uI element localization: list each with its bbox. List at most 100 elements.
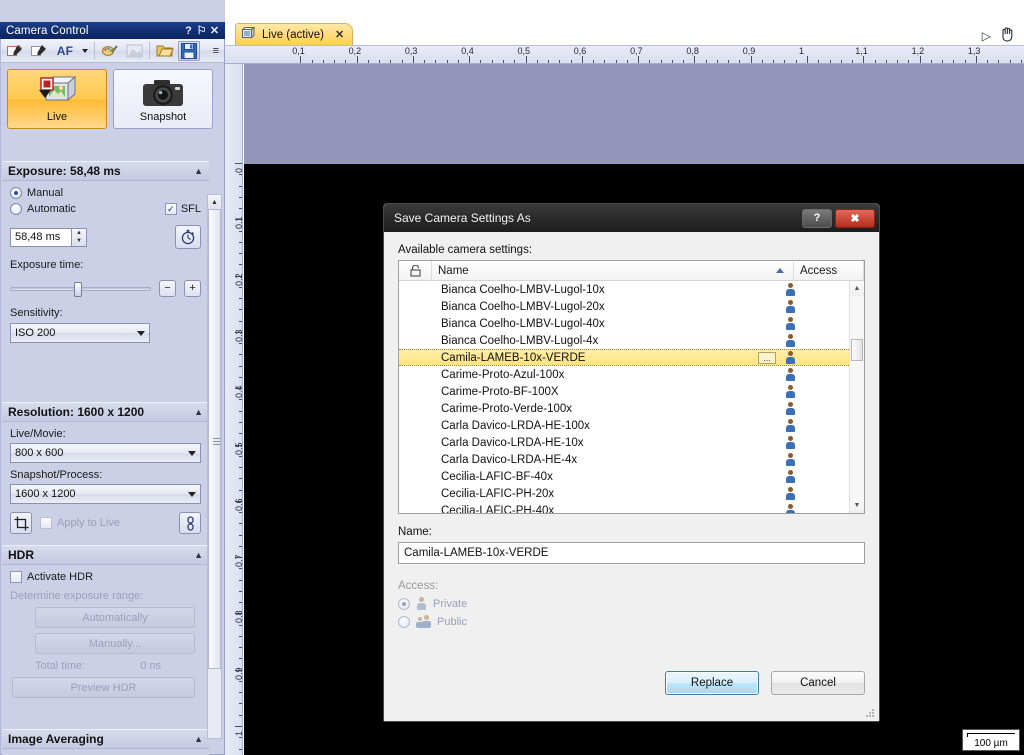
crop-button[interactable] xyxy=(10,512,32,534)
ruler-minor-tick xyxy=(334,60,336,63)
table-row[interactable]: Cecilia-LAFIC-PH-20x xyxy=(399,485,849,502)
table-row[interactable]: Carla Davico-LRDA-HE-4x xyxy=(399,451,849,468)
cancel-button[interactable]: Cancel xyxy=(771,671,865,695)
table-row[interactable]: Bianca Coelho-LMBV-Lugol-40x xyxy=(399,315,849,332)
resolution-group-header[interactable]: Resolution: 1600 x 1200 ▲ xyxy=(2,402,209,422)
exposure-value-input[interactable]: 58,48 ms xyxy=(10,227,72,247)
row-access xyxy=(779,283,849,296)
row-edit-ellipsis-button[interactable]: ... xyxy=(758,351,776,364)
autofocus-dropdown-icon[interactable] xyxy=(80,41,90,61)
chevron-up-icon[interactable]: ▲ xyxy=(194,550,203,560)
hdr-automatically-button[interactable]: Automatically xyxy=(35,607,195,628)
hdr-group-header[interactable]: HDR ▲ xyxy=(2,545,209,565)
live-movie-label: Live/Movie: xyxy=(10,428,66,440)
ruler-label: 0,5 xyxy=(517,46,531,56)
ruler-minor-tick xyxy=(987,60,989,63)
table-row[interactable]: Cecilia-LAFIC-BF-40x xyxy=(399,468,849,485)
dialog-footer: Replace Cancel xyxy=(665,671,865,695)
ruler-minor-tick xyxy=(818,60,820,63)
open-folder-icon[interactable] xyxy=(154,41,176,61)
close-icon[interactable]: ✕ xyxy=(208,24,221,37)
access-private-radio[interactable]: Private xyxy=(398,597,865,610)
ruler-minor-tick xyxy=(379,60,381,63)
white-balance-picker-icon[interactable] xyxy=(4,41,26,61)
close-icon[interactable]: ✕ xyxy=(335,28,344,41)
listbox-scrollbar[interactable]: ▲ ▼ xyxy=(849,281,864,513)
table-row[interactable]: Bianca Coelho-LMBV-Lugol-10x xyxy=(399,281,849,298)
table-row[interactable]: Cecilia-LAFIC-PH-40x xyxy=(399,502,849,513)
pin-icon[interactable]: ⚐ xyxy=(195,24,208,37)
chevron-up-icon[interactable]: ▲ xyxy=(194,166,203,176)
column-header-lock[interactable] xyxy=(399,260,432,281)
autofocus-button[interactable]: AF xyxy=(52,41,78,61)
chevron-up-icon[interactable]: ▲ xyxy=(194,734,203,744)
dialog-close-button[interactable]: ✖ xyxy=(835,208,875,228)
table-row[interactable]: Carime-Proto-BF-100X xyxy=(399,383,849,400)
scroll-up-icon[interactable]: ▲ xyxy=(850,281,864,296)
chevron-up-icon[interactable]: ▲ xyxy=(194,407,203,417)
scroll-up-icon[interactable]: ▲ xyxy=(208,195,221,209)
color-settings-icon[interactable] xyxy=(99,41,121,61)
settings-listbox[interactable]: Name Access Bianca Coelho-LMBV-Lugol-10x… xyxy=(398,260,865,514)
ruler-minor-tick xyxy=(322,60,324,63)
white-balance-area-icon[interactable] xyxy=(28,41,50,61)
automatic-radio[interactable]: Automatic xyxy=(10,203,76,215)
ruler-minor-tick xyxy=(239,298,242,300)
image-settings-icon[interactable] xyxy=(123,41,145,61)
hdr-header-label: HDR xyxy=(8,548,34,562)
toolbar-separator-2 xyxy=(149,42,150,59)
hand-tool-icon[interactable] xyxy=(999,26,1016,45)
image-averaging-group-header[interactable]: Image Averaging ▲ xyxy=(2,729,209,749)
slider-thumb[interactable] xyxy=(73,281,82,297)
row-name: Cecilia-LAFIC-BF-40x xyxy=(441,470,553,483)
scrollbar-thumb[interactable] xyxy=(208,209,221,669)
live-movie-select[interactable]: 800 x 600 xyxy=(10,443,201,463)
exposure-group-header[interactable]: Exposure: 58,48 ms ▲ xyxy=(2,161,209,181)
preview-hdr-button[interactable]: Preview HDR xyxy=(12,677,195,698)
replace-button[interactable]: Replace xyxy=(665,671,759,695)
activate-hdr-checkbox[interactable]: Activate HDR xyxy=(10,571,201,583)
snapshot-process-select[interactable]: 1600 x 1200 xyxy=(10,484,201,504)
help-icon[interactable]: ? xyxy=(182,24,195,37)
table-row[interactable]: Carla Davico-LRDA-HE-100x xyxy=(399,417,849,434)
apply-to-live-checkbox[interactable]: Apply to Live xyxy=(40,517,120,529)
exposure-timer-button[interactable] xyxy=(175,225,201,249)
toolbar-overflow-icon[interactable]: ≡ xyxy=(213,45,221,57)
hdr-manually-button[interactable]: Manually... xyxy=(35,633,195,654)
name-input[interactable]: Camila-LAMEB-10x-VERDE xyxy=(398,542,865,564)
dialog-help-button[interactable]: ? xyxy=(802,208,832,228)
column-header-access[interactable]: Access xyxy=(794,260,864,281)
link-resolution-button[interactable] xyxy=(179,512,201,534)
row-name: Bianca Coelho-LMBV-Lugol-20x xyxy=(441,300,605,313)
table-row[interactable]: Bianca Coelho-LMBV-Lugol-20x xyxy=(399,298,849,315)
scroll-down-icon[interactable]: ▼ xyxy=(850,498,864,513)
ruler-label: 0,4 xyxy=(461,46,474,56)
exposure-stepper[interactable]: ▲ ▼ xyxy=(72,227,87,247)
table-row[interactable]: Bianca Coelho-LMBV-Lugol-4x xyxy=(399,332,849,349)
column-header-name[interactable]: Name xyxy=(432,260,794,281)
table-row[interactable]: Carime-Proto-Azul-100x xyxy=(399,366,849,383)
table-row[interactable]: Carime-Proto-Verde-100x xyxy=(399,400,849,417)
table-row[interactable]: Camila-LAMEB-10x-VERDE... xyxy=(399,349,849,366)
exposure-decrease-button[interactable]: − xyxy=(159,280,176,297)
exposure-increase-button[interactable]: + xyxy=(184,280,201,297)
save-disk-icon[interactable] xyxy=(178,40,200,61)
ruler-minor-tick xyxy=(239,399,242,401)
access-public-radio[interactable]: Public xyxy=(398,615,865,628)
table-row[interactable]: Carla Davico-LRDA-HE-10x xyxy=(399,434,849,451)
play-icon[interactable]: ▷ xyxy=(982,29,991,43)
stepper-up-icon[interactable]: ▲ xyxy=(72,229,86,238)
ruler-minor-tick xyxy=(239,309,242,311)
resize-grip-icon[interactable] xyxy=(865,708,875,718)
snapshot-button[interactable]: Snapshot xyxy=(113,69,213,129)
panel-scrollbar[interactable]: ▲ xyxy=(207,194,222,739)
live-button[interactable]: Live xyxy=(7,69,107,129)
exposure-time-slider[interactable] xyxy=(10,281,151,297)
sfl-checkbox[interactable]: ✓ SFL xyxy=(164,203,201,215)
sensitivity-select[interactable]: ISO 200 xyxy=(10,323,150,343)
manual-radio[interactable]: Manual xyxy=(10,187,201,199)
stepper-down-icon[interactable]: ▼ xyxy=(72,237,86,246)
tab-live-active[interactable]: Live (active) ✕ xyxy=(235,23,354,45)
name-label: Name: xyxy=(398,526,432,538)
scrollbar-thumb[interactable] xyxy=(851,339,863,361)
